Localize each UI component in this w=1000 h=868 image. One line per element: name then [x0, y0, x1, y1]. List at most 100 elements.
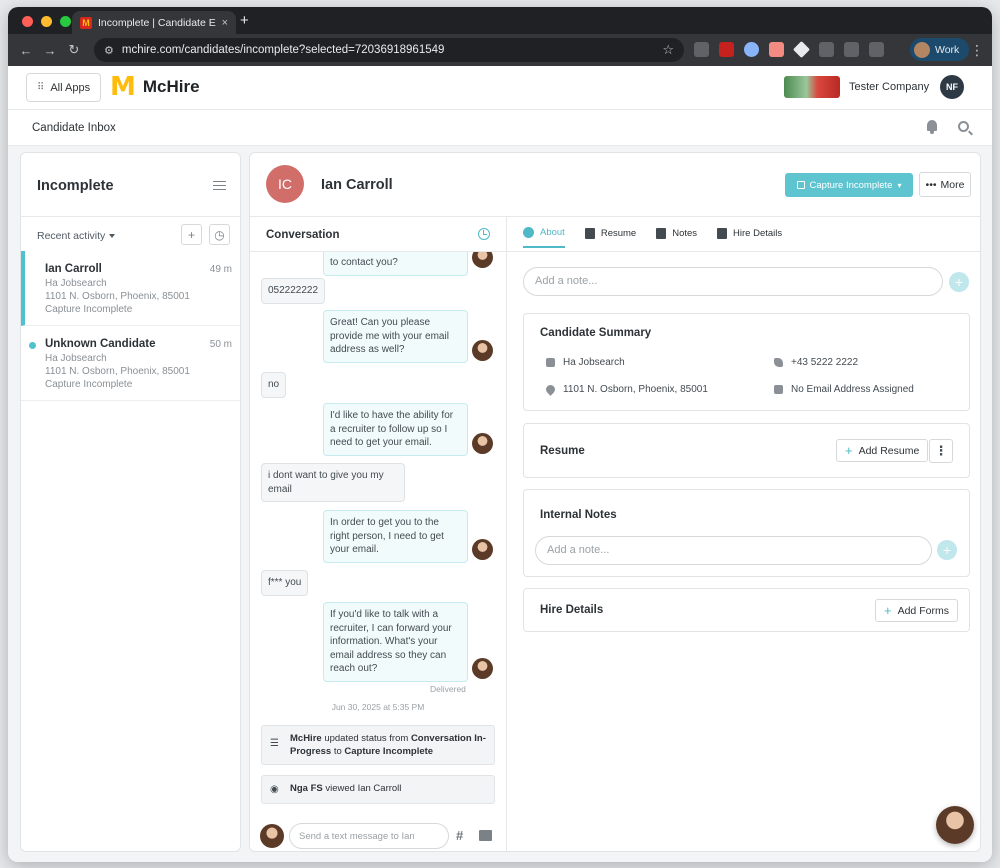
add-internal-note-button[interactable]: + — [937, 540, 957, 560]
notes-icon — [656, 228, 667, 239]
brand-logo[interactable]: M McHire — [110, 72, 200, 102]
user-message: no — [261, 372, 287, 398]
history-icon[interactable] — [478, 228, 490, 240]
puzzle-icon[interactable] — [844, 42, 859, 57]
eye-icon: ◉ — [270, 784, 279, 795]
browser-tabbar: M Incomplete | Candidate Exper × + — [8, 7, 992, 34]
message-line: your email. — [330, 544, 379, 555]
card-title: Candidate Summary — [540, 327, 652, 339]
button-label: Add Resume — [858, 444, 920, 457]
message-input[interactable]: Send a text message to Ian — [289, 823, 449, 849]
add-note-button[interactable]: + — [949, 272, 969, 292]
close-tab-icon[interactable]: × — [222, 17, 228, 29]
new-tab-button[interactable]: + — [240, 12, 249, 29]
back-arrow-icon[interactable]: ← — [14, 43, 38, 58]
email-text: No Email Address Assigned — [791, 384, 914, 395]
candidate-avatar: IC — [266, 165, 304, 203]
chevron-down-icon: ▾ — [897, 180, 902, 190]
recruiter-avatar — [472, 539, 493, 560]
add-candidate-button[interactable]: + — [181, 224, 202, 245]
summary-address: 1101 N. Osborn, Phoenix, 85001 — [544, 383, 708, 396]
sort-dropdown[interactable]: Recent activity — [37, 230, 116, 242]
message-line: email — [268, 483, 292, 495]
candidate-address: 1101 N. Osborn, Phoenix, 85001 — [45, 291, 190, 302]
extension-icon[interactable] — [769, 42, 784, 57]
window-controls — [22, 16, 71, 27]
composer-avatar — [260, 824, 284, 848]
profile-chip[interactable]: Work — [910, 38, 970, 61]
candidate-list-item[interactable]: Unknown Candidate 50 m Ha Jobsearch 1101… — [21, 326, 240, 401]
event-actor: McHire — [290, 733, 322, 744]
forward-arrow-icon[interactable]: → — [38, 43, 62, 58]
status-change-event: ☰ McHire updated status from Conversatio… — [261, 725, 495, 765]
image-icon[interactable] — [479, 830, 492, 841]
extension-icon[interactable] — [819, 42, 834, 57]
more-button[interactable]: ••• More — [919, 172, 971, 197]
tab-label: Notes — [672, 228, 698, 239]
recruiter-avatar — [472, 658, 493, 679]
golden-arches-logo: M — [110, 72, 136, 102]
divider — [250, 216, 980, 217]
message-list[interactable]: to contact you? 052222222 Great! Can you… — [250, 252, 506, 814]
search-icon[interactable] — [958, 121, 969, 132]
user-message: i dont want to give you my email — [261, 463, 405, 502]
extension-icon[interactable] — [719, 42, 734, 57]
unread-dot — [29, 342, 36, 349]
message-line: In order to get you to the — [330, 517, 439, 528]
company-name[interactable]: Tester Company — [849, 81, 929, 93]
resume-kebab-button[interactable]: ⋮ — [929, 439, 953, 463]
envelope-icon — [774, 385, 783, 394]
more-dots-icon: ••• — [925, 178, 937, 191]
user-message: 052222222 — [261, 278, 326, 304]
internal-notes-card: Internal Notes Add a note... + — [523, 489, 970, 577]
all-apps-button[interactable]: ⠿ All Apps — [26, 73, 102, 102]
clock-filter-button[interactable]: ◷ — [209, 224, 230, 245]
summary-source: Ha Jobsearch — [546, 357, 625, 368]
user-avatar[interactable]: NF — [940, 75, 964, 99]
profile-avatar — [914, 41, 930, 58]
extension-icon[interactable] — [744, 42, 759, 57]
internal-note-input[interactable]: Add a note... — [535, 536, 932, 565]
add-note-input[interactable]: Add a note... — [523, 267, 943, 296]
chat-assistant-avatar[interactable] — [936, 806, 974, 844]
tab-hire-details[interactable]: Hire Details — [717, 227, 782, 248]
status-list-icon: ☰ — [270, 738, 279, 749]
extension-icon[interactable] — [694, 42, 709, 57]
tab-about[interactable]: About — [523, 227, 565, 248]
add-resume-button[interactable]: + Add Resume — [836, 439, 929, 462]
browser-menu-icon[interactable]: ⋮ — [970, 42, 984, 59]
url-text: mchire.com/candidates/incomplete?selecte… — [121, 44, 445, 56]
message-line: a recruiter to follow up so I — [330, 423, 448, 435]
tab-notes[interactable]: Notes — [656, 227, 697, 248]
message-line: email address so they can — [330, 649, 447, 661]
address-bar: ← → ↻ ⚙ mchire.com/candidates/incomplete… — [8, 34, 992, 66]
caret-down-icon — [109, 234, 116, 238]
status-dropdown-button[interactable]: Capture Incomplete ▾ — [785, 173, 913, 197]
message-line: recruiter, I can forward your — [330, 622, 452, 634]
plus-icon: + — [845, 443, 853, 458]
browser-tab[interactable]: M Incomplete | Candidate Exper × — [72, 11, 236, 34]
url-field[interactable]: ⚙ mchire.com/candidates/incomplete?selec… — [94, 38, 684, 62]
close-window-button[interactable] — [22, 16, 33, 27]
reading-list-icon[interactable] — [869, 42, 884, 57]
candidate-list-item[interactable]: Ian Carroll 49 m Ha Jobsearch 1101 N. Os… — [21, 251, 240, 326]
extension-icon[interactable] — [793, 41, 810, 58]
list-title: Incomplete — [37, 178, 114, 194]
event-actor: Nga FS — [290, 783, 323, 794]
minimize-window-button[interactable] — [41, 16, 52, 27]
brand-name: McHire — [142, 77, 200, 96]
summary-phone: +43 5222 2222 — [774, 357, 858, 368]
tab-resume[interactable]: Resume — [584, 227, 636, 248]
reload-icon[interactable]: ↻ — [62, 42, 86, 58]
hamburger-menu-icon[interactable] — [213, 181, 226, 190]
site-settings-icon[interactable]: ⚙ — [104, 44, 114, 57]
bookmark-star-icon[interactable]: ☆ — [662, 42, 674, 58]
bell-icon[interactable] — [926, 120, 938, 134]
divider — [21, 216, 240, 217]
status-label: Capture Incomplete — [809, 179, 893, 191]
hire-details-icon — [717, 228, 728, 239]
zoom-window-button[interactable] — [60, 16, 71, 27]
add-forms-button[interactable]: + Add Forms — [875, 599, 958, 622]
bot-message: I'd like to have the ability for a recru… — [323, 403, 468, 456]
hashtag-icon[interactable]: # — [456, 828, 463, 843]
